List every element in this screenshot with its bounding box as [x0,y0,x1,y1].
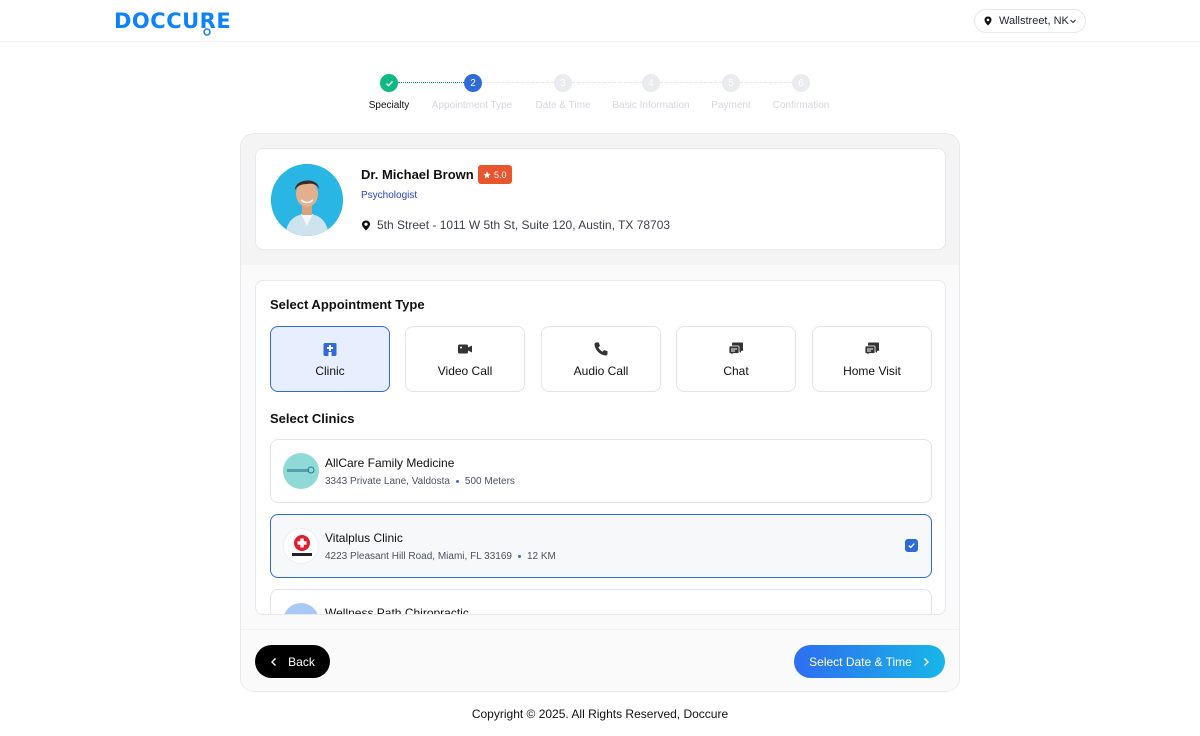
step-connector [482,82,554,83]
step-label-confirmation: Confirmation [772,100,830,111]
clinic-meta: 3343 Private Lane, Valdosta 500 Meters [325,476,515,487]
location-pin-icon [362,220,370,230]
chevron-left-icon [271,657,277,666]
clinic-name: AllCare Family Medicine [325,456,455,470]
select-date-time-button[interactable]: Select Date & Time [794,645,945,678]
type-label: Clinic [315,364,345,378]
doctor-address: 5th Street - 1011 W 5th St, Suite 120, A… [377,218,671,232]
type-option-home-visit[interactable]: Home Visit [812,326,932,392]
clinic-logo [283,603,319,614]
check-icon [385,80,393,87]
step-number: 6 [798,77,804,89]
clinic-distance: 500 Meters [464,476,515,487]
hospital-icon [323,343,337,356]
chevron-right-icon [923,657,929,666]
step-2-circle[interactable]: 2 [464,74,482,92]
type-label: Audio Call [573,364,629,378]
clinic-meta: 4223 Pleasant Hill Road, Miami, FL 33169… [325,551,556,562]
booking-stepper: 2 3 4 5 6 Specialty Appointment Type Dat… [0,0,1200,120]
copyright-text: Copyright © 2025. All Rights Reserved, D… [471,707,729,721]
star-icon [483,170,491,178]
step-connector [660,82,722,83]
doctor-card: Dr. Michael Brown 5.0 Psychologist 5th S… [255,148,946,250]
step-label-payment: Payment [711,100,751,111]
back-label: Back [288,654,315,669]
rating-value: 5.0 [494,169,507,180]
chat-icon [864,342,879,357]
clinic-selected-checkbox[interactable] [905,539,918,552]
type-label: Video Call [437,364,493,378]
type-option-video-call[interactable]: Video Call [405,326,525,392]
step-number: 5 [728,77,734,89]
step-connector [398,82,464,83]
phone-icon [594,342,608,356]
doctor-name: Dr. Michael Brown [361,167,474,182]
separator-dot [517,555,521,558]
step-connector [572,82,642,83]
step-label-date-time: Date & Time [535,100,591,111]
clinic-name: Vitalplus Clinic [325,531,403,545]
type-label: Chat [723,364,749,378]
type-option-clinic[interactable]: Clinic [270,326,390,392]
check-icon [908,543,915,549]
step-1-check[interactable] [380,74,398,92]
clinic-distance: 12 KM [526,551,556,562]
clinic-item-vitalplus[interactable]: Vitalplus Clinic 4223 Pleasant Hill Road… [270,514,932,578]
step-label-appointment-type: Appointment Type [431,100,513,111]
doctor-specialty: Psychologist [361,190,418,201]
appointment-type-card: Select Appointment Type Clinic Video Cal… [255,280,946,615]
clinic-logo-art [287,466,315,474]
clinic-address: 4223 Pleasant Hill Road, Miami, FL 33169 [325,551,512,562]
clinic-logo [283,453,319,489]
rating-badge: 5.0 [478,165,512,184]
doctor-address-row: 5th Street - 1011 W 5th St, Suite 120, A… [361,218,670,232]
step-3-circle: 3 [554,74,572,92]
next-label: Select Date & Time [809,654,912,669]
step-label-basic-information: Basic Information [612,100,690,111]
clinic-name: Wellness Path Chiropractic [325,606,469,615]
back-button[interactable]: Back [255,645,330,678]
video-icon [458,344,472,354]
step-4-circle: 4 [642,74,660,92]
clinic-address: 3343 Private Lane, Valdosta [325,476,450,487]
booking-panel: Dr. Michael Brown 5.0 Psychologist 5th S… [240,133,960,692]
clinic-item-allcare[interactable]: AllCare Family Medicine 3343 Private Lan… [270,439,932,503]
step-number: 2 [470,77,476,89]
step-label-specialty[interactable]: Specialty [369,100,410,111]
vitalplus-logo [292,535,312,556]
appointment-type-title: Select Appointment Type [270,297,425,312]
step-6-circle: 6 [792,74,810,92]
type-label: Home Visit [843,364,901,378]
doctor-avatar [271,164,343,236]
select-clinics-title: Select Clinics [270,411,355,426]
type-option-audio-call[interactable]: Audio Call [541,326,661,392]
doctor-photo [271,164,343,236]
panel-actions: Back Select Date & Time [241,629,959,691]
clinic-logo [283,528,319,564]
step-connector [740,82,792,83]
type-option-chat[interactable]: Chat [676,326,796,392]
clinic-item-wellness-path[interactable]: Wellness Path Chiropractic [270,589,932,615]
step-5-circle: 5 [722,74,740,92]
step-number: 4 [648,77,654,89]
separator-dot [455,480,459,483]
step-number: 3 [560,77,566,89]
chat-icon [728,342,743,357]
